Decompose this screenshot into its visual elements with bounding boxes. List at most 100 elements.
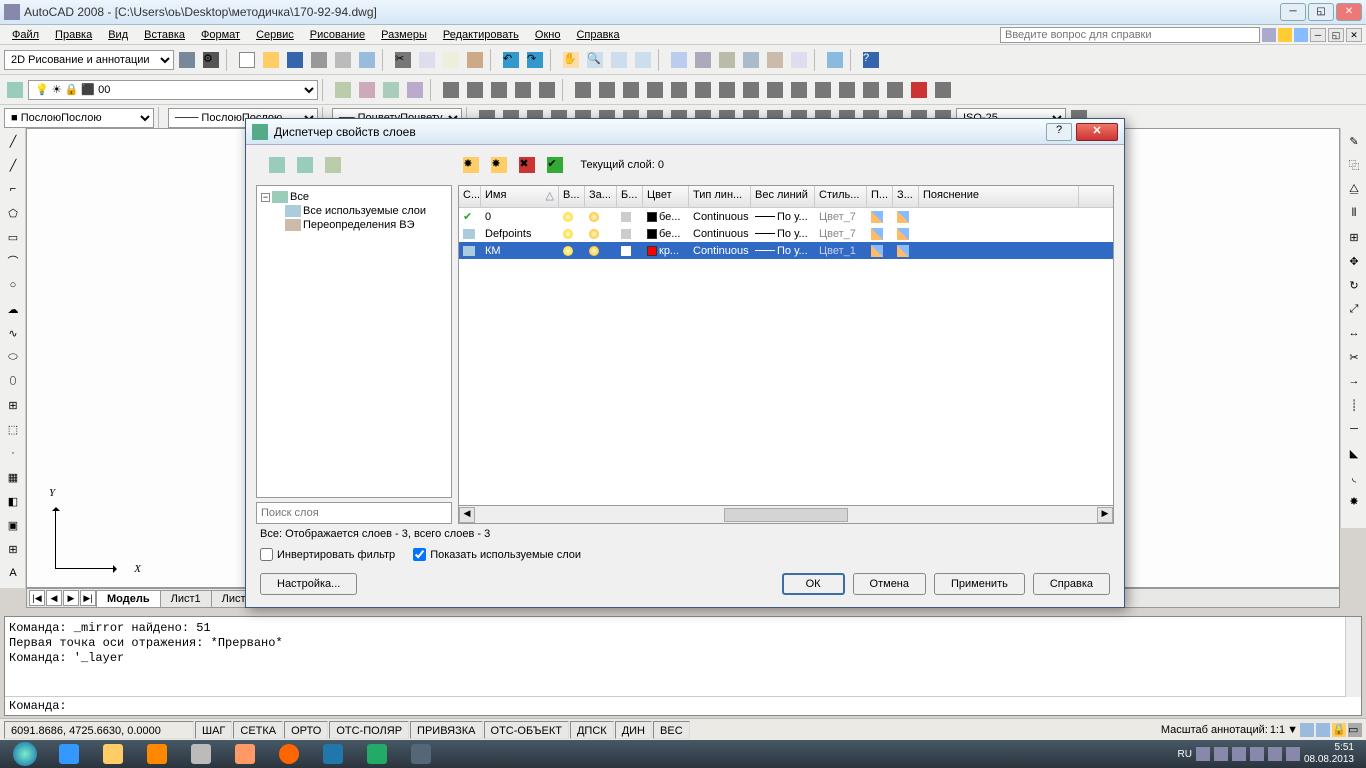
insert-block-button[interactable]: ⊞	[2, 394, 24, 416]
doc-restore[interactable]: ◱	[1328, 28, 1344, 42]
layer-search-input[interactable]	[256, 502, 452, 524]
clean-screen-icon[interactable]: ▭	[1348, 723, 1362, 737]
menu-dimension[interactable]: Размеры	[373, 27, 435, 43]
arc-tool-button[interactable]	[488, 79, 510, 101]
cancel-button[interactable]: Отмена	[853, 573, 926, 595]
layer-grid[interactable]: С... Имя △ В... За... Б... Цвет Тип лин.…	[458, 185, 1114, 506]
tree-used-layers[interactable]: Все используемые слои	[285, 204, 447, 218]
menu-format[interactable]: Формат	[193, 27, 248, 43]
layer-tools-button[interactable]	[404, 79, 426, 101]
stretch-button[interactable]: ↔	[1343, 322, 1365, 344]
polar-toggle[interactable]: ОТС-ПОЛЯР	[329, 721, 409, 739]
divide-button[interactable]	[512, 79, 534, 101]
start-button[interactable]	[4, 741, 46, 767]
undo-button[interactable]: ↶	[500, 49, 522, 71]
erase-button[interactable]: ✎	[1343, 130, 1365, 152]
ellipse-button[interactable]: ⬭	[2, 346, 24, 368]
dialog-titlebar[interactable]: Диспетчер свойств слоев ? ✕	[246, 119, 1124, 145]
help-dlg-button[interactable]: Справка	[1033, 573, 1110, 595]
xline-button[interactable]: ╱	[2, 154, 24, 176]
scroll-right-button[interactable]: ▶	[1097, 507, 1113, 523]
menu-draw[interactable]: Рисование	[302, 27, 373, 43]
arc-button[interactable]: ⌒	[2, 250, 24, 272]
maximize-button[interactable]: ◱	[1308, 3, 1334, 21]
tray-icon-2[interactable]	[1214, 747, 1228, 761]
ducs-toggle[interactable]: ДПСК	[570, 721, 614, 739]
explorer-task[interactable]	[92, 741, 134, 767]
workspace-selector[interactable]: 2D Рисование и аннотации	[4, 50, 174, 70]
menu-tools[interactable]: Сервис	[248, 27, 302, 43]
osnap-par-button[interactable]	[812, 79, 834, 101]
publish-button[interactable]	[356, 49, 378, 71]
extend-button[interactable]: →	[1343, 370, 1365, 392]
measure-button[interactable]	[536, 79, 558, 101]
menu-edit[interactable]: Правка	[47, 27, 100, 43]
trim-button[interactable]: ✂	[1343, 346, 1365, 368]
settings-button[interactable]: Настройка...	[260, 573, 357, 595]
ws-settings-button[interactable]	[176, 49, 198, 71]
tab-nav-last[interactable]: ▶|	[80, 590, 96, 606]
scroll-thumb[interactable]	[724, 508, 848, 522]
tree-root[interactable]: − Все	[261, 190, 447, 204]
grid-hscroll[interactable]: ◀ ▶	[458, 506, 1114, 524]
layer-prev-button[interactable]	[332, 79, 354, 101]
sheet-set-button[interactable]	[740, 49, 762, 71]
gradient-button[interactable]: ◧	[2, 490, 24, 512]
zoom-win-button[interactable]	[608, 49, 630, 71]
mail-task[interactable]	[224, 741, 266, 767]
osnap-toggle[interactable]: ПРИВЯЗКА	[410, 721, 482, 739]
scroll-track[interactable]	[475, 508, 1097, 522]
ws-gear-button[interactable]: ⚙	[200, 49, 222, 71]
break-button[interactable]: ┊	[1343, 394, 1365, 416]
new-layer-vp-button[interactable]: ✸	[488, 154, 510, 176]
new-filter-button[interactable]	[266, 154, 288, 176]
layer-states-button[interactable]	[322, 154, 344, 176]
osnap-set-button[interactable]	[932, 79, 954, 101]
menu-file[interactable]: Файл	[4, 27, 47, 43]
region-button[interactable]: ▣	[2, 514, 24, 536]
osnap-per-button[interactable]	[788, 79, 810, 101]
polygon-button[interactable]: ⬠	[2, 202, 24, 224]
designcenter-button[interactable]	[692, 49, 714, 71]
layer-state-button[interactable]	[356, 79, 378, 101]
calc-button[interactable]	[788, 49, 810, 71]
move-button[interactable]: ✥	[1343, 250, 1365, 272]
paste-button[interactable]	[440, 49, 462, 71]
osnap-cen-button[interactable]	[716, 79, 738, 101]
menu-window[interactable]: Окно	[527, 27, 569, 43]
anno-scale-value[interactable]: 1:1	[1270, 724, 1285, 736]
join-button[interactable]: ─	[1343, 418, 1365, 440]
osnap-app-button[interactable]	[668, 79, 690, 101]
osnap-non-button[interactable]	[908, 79, 930, 101]
spline-button[interactable]: ∿	[2, 322, 24, 344]
array-button[interactable]: ⊞	[1343, 226, 1365, 248]
show-used-checkbox[interactable]: Показать используемые слои	[413, 548, 581, 561]
excel-task[interactable]	[356, 741, 398, 767]
save-button[interactable]	[284, 49, 306, 71]
mirror-button[interactable]: ⧋	[1343, 178, 1365, 200]
explode-button[interactable]: ✸	[1343, 490, 1365, 512]
col-desc[interactable]: Пояснение	[919, 186, 1079, 207]
zoom-rt-button[interactable]: 🔍	[584, 49, 606, 71]
col-on[interactable]: В...	[559, 186, 585, 207]
tool-palettes-button[interactable]	[716, 49, 738, 71]
col-color[interactable]: Цвет	[643, 186, 689, 207]
plot-preview-button[interactable]	[332, 49, 354, 71]
menu-modify[interactable]: Редактировать	[435, 27, 527, 43]
filter-tree[interactable]: − Все Все используемые слои Переопределе…	[256, 185, 452, 498]
point-button[interactable]: ·	[2, 442, 24, 464]
tree-vp-overrides[interactable]: Переопределения ВЭ	[285, 218, 447, 232]
col-newvp[interactable]: З...	[893, 186, 919, 207]
tray-icon-1[interactable]	[1196, 747, 1210, 761]
new-layer-button[interactable]: ✸	[460, 154, 482, 176]
snap-toggle[interactable]: ШАГ	[195, 721, 232, 739]
lwt-toggle[interactable]: ВЕС	[653, 721, 690, 739]
coords-display[interactable]: 6091.8686, 4725.6630, 0.0000	[4, 721, 194, 739]
chamfer-button[interactable]: ◣	[1343, 442, 1365, 464]
open-button[interactable]	[260, 49, 282, 71]
ie-task[interactable]	[48, 741, 90, 767]
print-button[interactable]	[308, 49, 330, 71]
zoom-prev-button[interactable]	[632, 49, 654, 71]
offset-button[interactable]: ⫴	[1343, 202, 1365, 224]
col-status[interactable]: С...	[459, 186, 481, 207]
